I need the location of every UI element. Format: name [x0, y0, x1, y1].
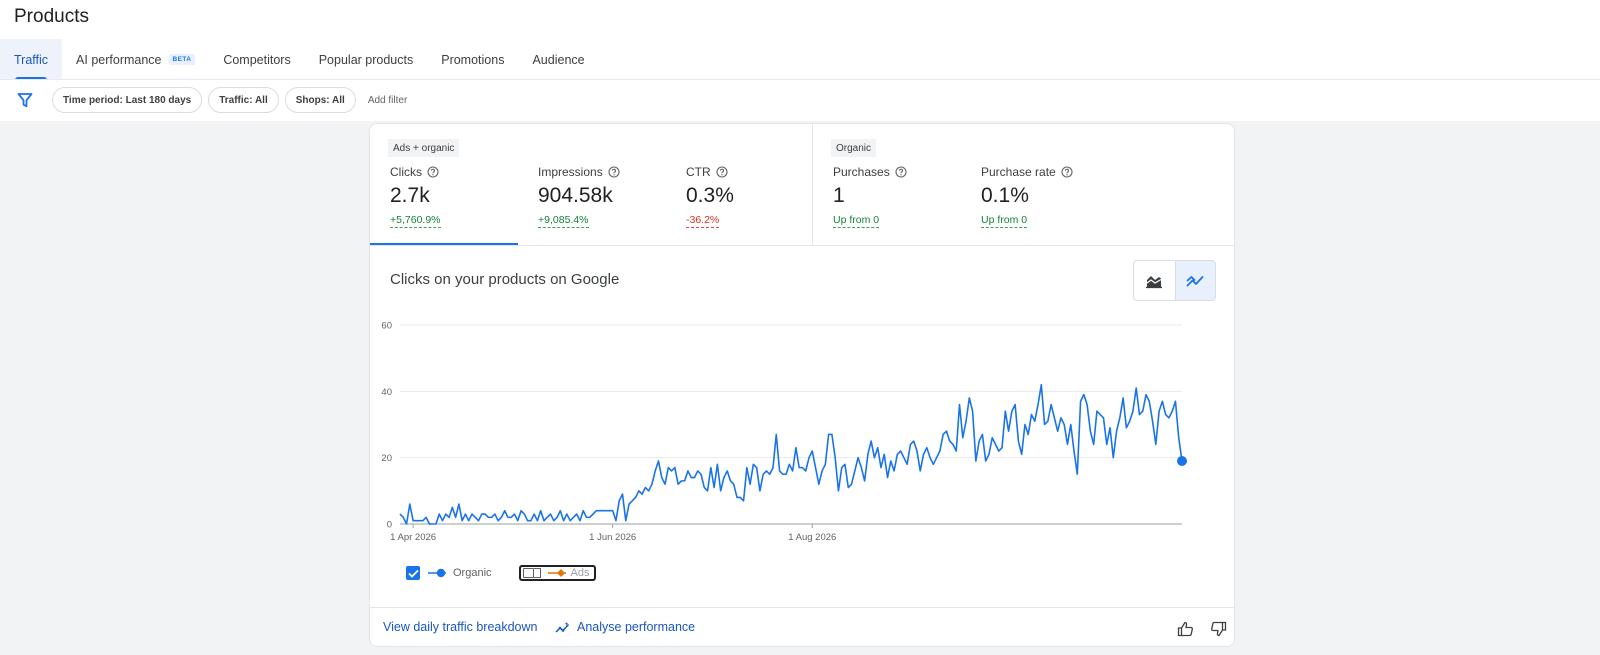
filter-chip-shops[interactable]: Shops: All: [284, 87, 356, 113]
chart-view-toggle: [1133, 260, 1216, 301]
beta-badge: BETA: [168, 54, 196, 65]
metric-purchases[interactable]: Purchases 1 Up from 0: [833, 165, 973, 228]
metric-ctr[interactable]: CTR 0.3% -36.2%: [686, 165, 826, 228]
view-daily-traffic-link[interactable]: View daily traffic breakdown: [383, 620, 537, 634]
link-label: Analyse performance: [577, 620, 696, 634]
metric-label: Clicks: [390, 165, 422, 179]
card-footer: View daily traffic breakdown Analyse per…: [370, 607, 1234, 646]
insights-icon: [555, 621, 570, 634]
add-filter-button[interactable]: Add filter: [368, 95, 407, 106]
chart-title: Clicks on your products on Google: [390, 271, 620, 288]
x-tick-label: 1 Apr 2026: [390, 532, 436, 543]
metrics-row: Ads + organic Organic Clicks 2.7k +5,760…: [370, 124, 1234, 246]
x-tick-label: 1 Aug 2026: [788, 532, 836, 543]
tab-label: Competitors: [223, 52, 291, 67]
thumbs-up-icon[interactable]: [1175, 619, 1195, 639]
selected-metric-indicator: [370, 243, 518, 245]
metric-delta: -36.2%: [686, 214, 720, 228]
tab-ai-performance[interactable]: AI performance BETA: [62, 39, 209, 80]
legend-label-organic: Organic: [453, 567, 492, 579]
series-line-organic: [399, 383, 1183, 525]
checkbox-frame: [533, 568, 541, 578]
divider: [0, 79, 1600, 80]
metric-label: Purchases: [833, 165, 890, 179]
legend-label-ads: Ads: [570, 567, 590, 579]
y-tick-label: 40: [381, 387, 392, 398]
metric-clicks[interactable]: Clicks 2.7k +5,760.9%: [390, 165, 530, 228]
header: Products Traffic AI performance BETA Comp…: [0, 0, 1600, 121]
help-icon[interactable]: [427, 166, 439, 178]
organic-series-swatch-icon: [427, 568, 447, 578]
chart-legend: Organic Ads: [406, 563, 596, 583]
y-tick-label: 0: [387, 520, 392, 531]
filter-chip-time-period[interactable]: Time period: Last 180 days: [52, 87, 203, 113]
help-icon[interactable]: [895, 166, 907, 178]
data-point-last[interactable]: [1177, 455, 1187, 466]
help-icon[interactable]: [716, 166, 728, 178]
clicks-line-chart: 0 20 40 60 1 Apr 2026 1 Jun 2026 1 Aug 2026: [381, 321, 1187, 543]
metric-group-tag: Ads + organic: [388, 139, 460, 157]
tab-audience[interactable]: Audience: [518, 39, 598, 80]
tab-traffic[interactable]: Traffic: [0, 39, 63, 80]
metric-value: 0.3%: [686, 184, 734, 207]
tab-competitors[interactable]: Competitors: [209, 39, 304, 80]
metric-impressions[interactable]: Impressions 904.58k +9,085.4%: [538, 165, 678, 228]
metric-value: 1: [833, 184, 845, 207]
tab-bar: Traffic AI performance BETA Competitors P…: [0, 39, 599, 80]
x-tick-label: 1 Jun 2026: [589, 532, 636, 543]
ads-checkbox[interactable]: [522, 568, 534, 578]
metric-delta: Up from 0: [981, 214, 1028, 228]
tab-popular-products[interactable]: Popular products: [305, 39, 428, 80]
metric-group-tag: Organic: [831, 139, 877, 157]
page-title: Products: [14, 6, 89, 27]
performance-card: Ads + organic Organic Clicks 2.7k +5,760…: [369, 123, 1235, 647]
metric-label: Purchase rate: [981, 165, 1056, 179]
metric-delta: +5,760.9%: [390, 214, 441, 228]
tab-promotions[interactable]: Promotions: [427, 39, 518, 80]
filter-bar: Time period: Last 180 days Traffic: All …: [0, 86, 407, 114]
analyse-performance-link[interactable]: Analyse performance: [555, 620, 695, 634]
metric-value: 0.1%: [981, 184, 1029, 207]
filter-icon[interactable]: [14, 89, 36, 111]
area-chart-icon[interactable]: [1134, 261, 1175, 300]
tab-label: Audience: [532, 52, 585, 67]
y-tick-label: 20: [381, 453, 392, 464]
ads-legend-toggle[interactable]: Ads: [518, 565, 596, 581]
metric-delta: +9,085.4%: [538, 214, 589, 228]
help-icon[interactable]: [608, 166, 620, 178]
organic-checkbox[interactable]: [406, 566, 420, 580]
metric-delta: Up from 0: [833, 214, 880, 228]
metric-label: CTR: [686, 165, 711, 179]
help-icon[interactable]: [1061, 166, 1073, 178]
tab-label: AI performance: [76, 52, 162, 67]
ads-series-swatch-icon: [547, 568, 567, 578]
metric-label: Impressions: [538, 165, 603, 179]
tab-label: Popular products: [318, 52, 414, 67]
y-tick-label: 60: [381, 321, 392, 332]
tab-label: Traffic: [14, 52, 49, 67]
line-chart-icon[interactable]: [1174, 261, 1215, 300]
metric-value: 904.58k: [538, 184, 613, 207]
filter-chip-traffic[interactable]: Traffic: All: [208, 87, 279, 113]
thumbs-down-icon[interactable]: [1208, 619, 1228, 639]
tab-label: Promotions: [441, 52, 505, 67]
metric-purchase-rate[interactable]: Purchase rate 0.1% Up from 0: [981, 165, 1121, 228]
metric-value: 2.7k: [390, 184, 430, 207]
